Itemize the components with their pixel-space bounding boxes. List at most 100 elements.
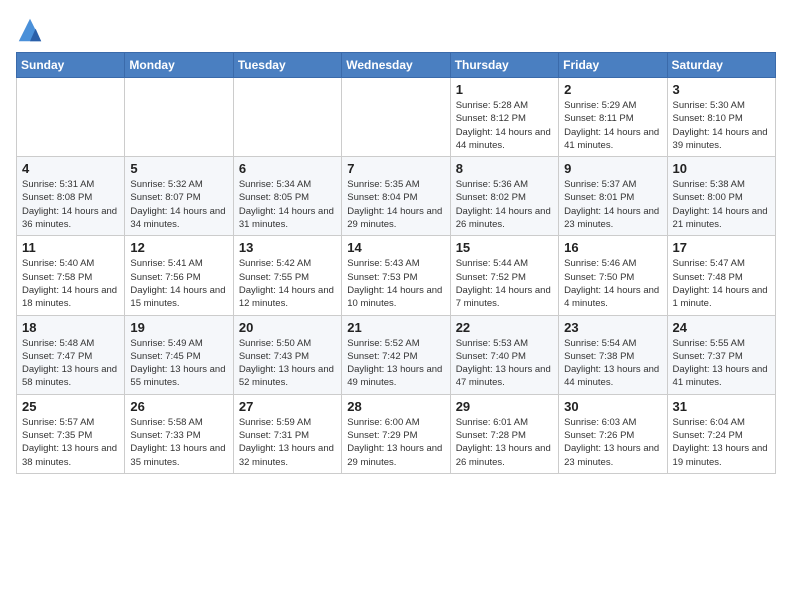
page-header: [16, 16, 776, 44]
calendar-week-3: 11 Sunrise: 5:40 AM Sunset: 7:58 PM Dayli…: [17, 236, 776, 315]
calendar-cell: 21Sunrise: 5:52 AM Sunset: 7:42 PM Dayli…: [342, 315, 450, 394]
day-info: Sunrise: 6:03 AM Sunset: 7:26 PM Dayligh…: [564, 416, 661, 469]
day-info: Sunrise: 6:04 AM Sunset: 7:24 PM Dayligh…: [673, 416, 770, 469]
calendar-cell: 4 Sunrise: 5:31 AM Sunset: 8:08 PM Daylig…: [17, 157, 125, 236]
day-info: Sunrise: 5:34 AM Sunset: 8:05 PM Dayligh…: [239, 178, 336, 231]
day-number: 20: [239, 320, 336, 335]
day-number: 7: [347, 161, 444, 176]
calendar-cell: 31 Sunrise: 6:04 AM Sunset: 7:24 PM Dayli…: [667, 394, 775, 473]
calendar-cell: 30 Sunrise: 6:03 AM Sunset: 7:26 PM Dayli…: [559, 394, 667, 473]
calendar-cell: 26 Sunrise: 5:58 AM Sunset: 7:33 PM Dayli…: [125, 394, 233, 473]
calendar-cell: 14Sunrise: 5:43 AM Sunset: 7:53 PM Dayli…: [342, 236, 450, 315]
day-number: 27: [239, 399, 336, 414]
day-info: Sunrise: 5:32 AM Sunset: 8:07 PM Dayligh…: [130, 178, 227, 231]
column-header-tuesday: Tuesday: [233, 53, 341, 78]
day-info: Sunrise: 5:35 AM Sunset: 8:04 PM Dayligh…: [347, 178, 444, 231]
day-info: Sunrise: 5:37 AM Sunset: 8:01 PM Dayligh…: [564, 178, 661, 231]
day-number: 28: [347, 399, 444, 414]
calendar-cell: 6 Sunrise: 5:34 AM Sunset: 8:05 PM Daylig…: [233, 157, 341, 236]
day-info: Sunrise: 5:40 AM Sunset: 7:58 PM Dayligh…: [22, 257, 119, 310]
calendar-cell: [233, 78, 341, 157]
day-number: 14: [347, 240, 444, 255]
calendar-week-2: 4 Sunrise: 5:31 AM Sunset: 8:08 PM Daylig…: [17, 157, 776, 236]
calendar-cell: 29 Sunrise: 6:01 AM Sunset: 7:28 PM Dayli…: [450, 394, 558, 473]
day-number: 8: [456, 161, 553, 176]
calendar-cell: 17 Sunrise: 5:47 AM Sunset: 7:48 PM Dayli…: [667, 236, 775, 315]
day-number: 29: [456, 399, 553, 414]
day-number: 26: [130, 399, 227, 414]
day-info: Sunrise: 5:38 AM Sunset: 8:00 PM Dayligh…: [673, 178, 770, 231]
calendar-cell: 15Sunrise: 5:44 AM Sunset: 7:52 PM Dayli…: [450, 236, 558, 315]
day-number: 1: [456, 82, 553, 97]
day-info: Sunrise: 5:47 AM Sunset: 7:48 PM Dayligh…: [673, 257, 770, 310]
calendar-cell: 19 Sunrise: 5:49 AM Sunset: 7:45 PM Dayli…: [125, 315, 233, 394]
column-header-wednesday: Wednesday: [342, 53, 450, 78]
calendar-cell: 23Sunrise: 5:54 AM Sunset: 7:38 PM Dayli…: [559, 315, 667, 394]
logo: [16, 16, 48, 44]
day-info: Sunrise: 5:49 AM Sunset: 7:45 PM Dayligh…: [130, 337, 227, 390]
calendar-cell: 5 Sunrise: 5:32 AM Sunset: 8:07 PM Daylig…: [125, 157, 233, 236]
column-header-thursday: Thursday: [450, 53, 558, 78]
day-number: 17: [673, 240, 770, 255]
calendar-cell: 13 Sunrise: 5:42 AM Sunset: 7:55 PM Dayli…: [233, 236, 341, 315]
day-number: 11: [22, 240, 119, 255]
calendar-cell: 2 Sunrise: 5:29 AM Sunset: 8:11 PM Daylig…: [559, 78, 667, 157]
day-info: Sunrise: 5:52 AM Sunset: 7:42 PM Dayligh…: [347, 337, 444, 390]
day-info: Sunrise: 6:00 AM Sunset: 7:29 PM Dayligh…: [347, 416, 444, 469]
day-info: Sunrise: 5:41 AM Sunset: 7:56 PM Dayligh…: [130, 257, 227, 310]
calendar-week-4: 18 Sunrise: 5:48 AM Sunset: 7:47 PM Dayli…: [17, 315, 776, 394]
day-info: Sunrise: 5:44 AM Sunset: 7:52 PM Dayligh…: [456, 257, 553, 310]
calendar-cell: 27Sunrise: 5:59 AM Sunset: 7:31 PM Dayli…: [233, 394, 341, 473]
calendar-cell: 16 Sunrise: 5:46 AM Sunset: 7:50 PM Dayli…: [559, 236, 667, 315]
calendar-cell: 25 Sunrise: 5:57 AM Sunset: 7:35 PM Dayli…: [17, 394, 125, 473]
day-number: 19: [130, 320, 227, 335]
day-number: 18: [22, 320, 119, 335]
day-number: 6: [239, 161, 336, 176]
day-info: Sunrise: 5:53 AM Sunset: 7:40 PM Dayligh…: [456, 337, 553, 390]
day-info: Sunrise: 5:36 AM Sunset: 8:02 PM Dayligh…: [456, 178, 553, 231]
day-info: Sunrise: 5:50 AM Sunset: 7:43 PM Dayligh…: [239, 337, 336, 390]
day-info: Sunrise: 5:46 AM Sunset: 7:50 PM Dayligh…: [564, 257, 661, 310]
column-header-sunday: Sunday: [17, 53, 125, 78]
day-info: Sunrise: 5:54 AM Sunset: 7:38 PM Dayligh…: [564, 337, 661, 390]
day-number: 10: [673, 161, 770, 176]
day-number: 13: [239, 240, 336, 255]
calendar-cell: 3Sunrise: 5:30 AM Sunset: 8:10 PM Daylig…: [667, 78, 775, 157]
calendar-cell: [17, 78, 125, 157]
day-number: 24: [673, 320, 770, 335]
column-header-saturday: Saturday: [667, 53, 775, 78]
logo-icon: [16, 16, 44, 44]
calendar-cell: [342, 78, 450, 157]
column-header-monday: Monday: [125, 53, 233, 78]
day-number: 9: [564, 161, 661, 176]
day-info: Sunrise: 6:01 AM Sunset: 7:28 PM Dayligh…: [456, 416, 553, 469]
calendar-cell: 18 Sunrise: 5:48 AM Sunset: 7:47 PM Dayli…: [17, 315, 125, 394]
day-info: Sunrise: 5:57 AM Sunset: 7:35 PM Dayligh…: [22, 416, 119, 469]
calendar-cell: 7 Sunrise: 5:35 AM Sunset: 8:04 PM Daylig…: [342, 157, 450, 236]
day-number: 31: [673, 399, 770, 414]
calendar-cell: 22 Sunrise: 5:53 AM Sunset: 7:40 PM Dayli…: [450, 315, 558, 394]
calendar-cell: 20 Sunrise: 5:50 AM Sunset: 7:43 PM Dayli…: [233, 315, 341, 394]
day-number: 12: [130, 240, 227, 255]
calendar-cell: 9 Sunrise: 5:37 AM Sunset: 8:01 PM Daylig…: [559, 157, 667, 236]
day-info: Sunrise: 5:48 AM Sunset: 7:47 PM Dayligh…: [22, 337, 119, 390]
calendar-week-5: 25 Sunrise: 5:57 AM Sunset: 7:35 PM Dayli…: [17, 394, 776, 473]
calendar-header-row: SundayMondayTuesdayWednesdayThursdayFrid…: [17, 53, 776, 78]
calendar-table: SundayMondayTuesdayWednesdayThursdayFrid…: [16, 52, 776, 474]
calendar-cell: [125, 78, 233, 157]
day-number: 3: [673, 82, 770, 97]
day-number: 5: [130, 161, 227, 176]
day-info: Sunrise: 5:58 AM Sunset: 7:33 PM Dayligh…: [130, 416, 227, 469]
day-number: 4: [22, 161, 119, 176]
day-info: Sunrise: 5:29 AM Sunset: 8:11 PM Dayligh…: [564, 99, 661, 152]
calendar-week-1: 1 Sunrise: 5:28 AM Sunset: 8:12 PM Daylig…: [17, 78, 776, 157]
day-number: 22: [456, 320, 553, 335]
day-number: 25: [22, 399, 119, 414]
day-info: Sunrise: 5:55 AM Sunset: 7:37 PM Dayligh…: [673, 337, 770, 390]
day-number: 16: [564, 240, 661, 255]
day-info: Sunrise: 5:31 AM Sunset: 8:08 PM Dayligh…: [22, 178, 119, 231]
day-info: Sunrise: 5:28 AM Sunset: 8:12 PM Dayligh…: [456, 99, 553, 152]
day-number: 30: [564, 399, 661, 414]
day-number: 2: [564, 82, 661, 97]
day-info: Sunrise: 5:42 AM Sunset: 7:55 PM Dayligh…: [239, 257, 336, 310]
